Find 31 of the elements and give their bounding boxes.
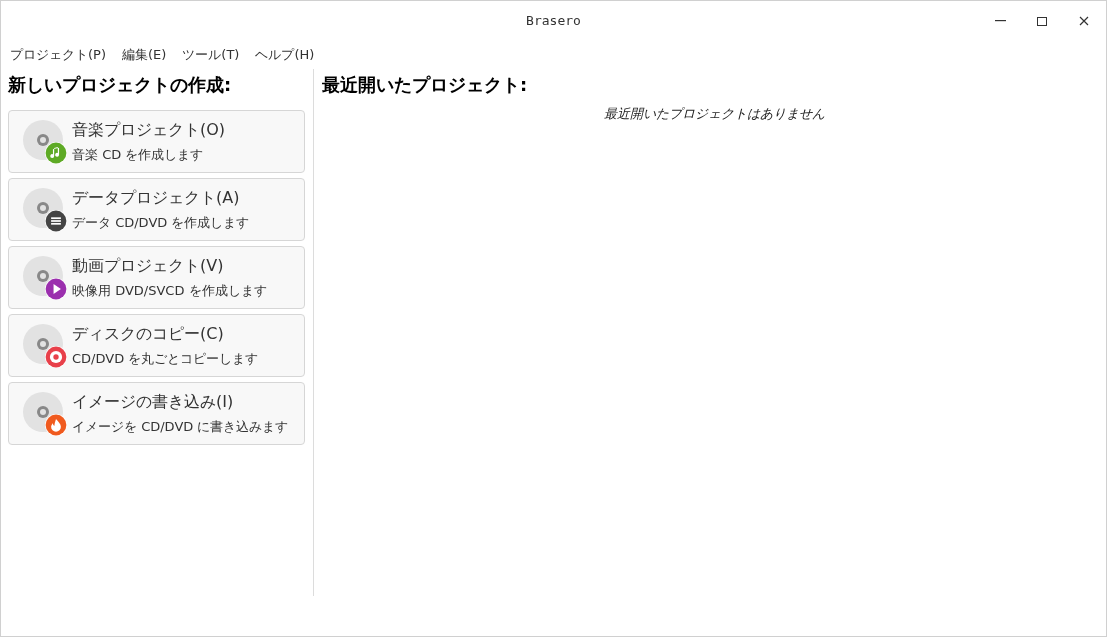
project-button[interactable]: イメージの書き込み(I) イメージを CD/DVD に書き込みます [8,382,305,445]
project-description: イメージを CD/DVD に書き込みます [72,417,289,436]
section-heading: 最近開いたプロジェクト: [322,73,529,97]
maximize-icon [1037,16,1047,26]
project-button[interactable]: 音楽プロジェクト(O) 音楽 CD を作成します [8,110,305,173]
disc-icon [22,118,68,165]
project-title: 音楽プロジェクト(O) [72,118,226,141]
disc-icon [22,186,68,233]
close-icon [1079,16,1089,26]
menu-item[interactable]: プロジェクト(P) [10,45,106,65]
disc-icon [22,254,68,301]
project-title: 動画プロジェクト(V) [72,254,225,277]
project-title: データプロジェクト(A) [72,186,241,209]
section-heading: 新しいプロジェクトの作成: [8,73,233,97]
menu-item[interactable]: 編集(E) [122,45,167,65]
empty-message: 最近開いたプロジェクトはありません [603,105,825,123]
project-description: CD/DVD を丸ごとコピーします [72,349,259,368]
project-title: ディスクのコピー(C) [72,322,225,345]
project-description: 音楽 CD を作成します [72,145,205,164]
minimize-icon [994,20,1006,22]
disc-icon [22,322,68,369]
project-description: データ CD/DVD を作成します [72,213,250,232]
project-button[interactable]: ディスクのコピー(C) CD/DVD を丸ごとコピーします [8,314,305,377]
disc-icon [22,390,68,437]
project-description: 映像用 DVD/SVCD を作成します [72,281,267,300]
menu-item[interactable]: ツール(T) [182,45,240,65]
project-button[interactable]: 動画プロジェクト(V) 映像用 DVD/SVCD を作成します [8,246,305,309]
project-button[interactable]: データプロジェクト(A) データ CD/DVD を作成します [8,178,305,241]
menu-item[interactable]: ヘルプ(H) [255,45,315,65]
project-title: イメージの書き込み(I) [72,390,235,413]
window-title: Brasero [526,12,581,31]
